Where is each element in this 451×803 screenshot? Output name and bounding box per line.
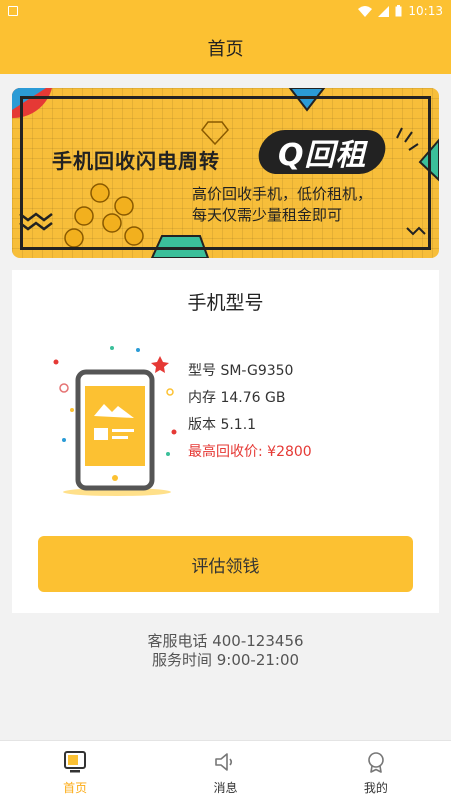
promo-banner[interactable]: 手机回收闪电周转 Q回租 高价回收手机，低价租机， 每天仅需少量租金即可 [12,88,439,258]
status-time: 10:13 [408,4,443,18]
banner-subtitle: 高价回收手机，低价租机， 每天仅需少量租金即可 [192,184,372,226]
banner-subtitle-line2: 每天仅需少量租金即可 [192,206,343,224]
customer-service-info: 客服电话 400-123456 服务时间 9:00-21:00 [0,632,451,670]
notification-icon [8,6,18,16]
wifi-icon [358,5,373,17]
evaluate-button[interactable]: 评估领钱 [38,536,413,592]
app-header: 首页 [0,22,451,74]
bottom-nav: 首页 消息 我的 [0,740,451,803]
speaker-icon [212,749,238,775]
banner-badge-text: Q回租 [277,138,367,173]
nav-item-home[interactable]: 首页 [0,741,150,803]
home-tv-icon [62,749,88,775]
battery-icon [395,5,402,17]
nav-item-profile[interactable]: 我的 [301,741,451,803]
status-icons: 10:13 [358,4,443,18]
banner-headline: 手机回收闪电周转 [52,149,220,173]
phone-specs: 型号 SM-G9350 内存 14.76 GB 版本 5.1.1 最高回收价: … [188,358,312,466]
status-bar: 10:13 [0,0,451,22]
nav-item-messages[interactable]: 消息 [150,741,300,803]
card-title: 手机型号 [187,292,264,314]
phone-info-card: 手机型号 型号 SM-G9350 内存 14.76 GB 版本 5.1.1 最高… [12,270,439,613]
user-badge-icon [363,749,389,775]
spec-version: 版本 5.1.1 [188,417,257,433]
nav-label-profile: 我的 [363,781,388,795]
spec-storage: 内存 14.76 GB [188,390,286,406]
nav-label-home: 首页 [63,781,88,795]
service-phone: 客服电话 400-123456 [147,632,304,650]
spec-model: 型号 SM-G9350 [188,363,294,379]
spec-max-price: 最高回收价: ¥2800 [188,444,312,460]
banner-badge: Q回租 [255,130,389,174]
phone-illustration-icon [53,346,177,496]
nav-label-messages: 消息 [213,781,238,795]
page-title: 首页 [207,39,244,60]
signal-icon [378,5,390,17]
service-hours: 服务时间 9:00-21:00 [151,651,300,669]
banner-subtitle-line1: 高价回收手机，低价租机， [192,185,373,203]
